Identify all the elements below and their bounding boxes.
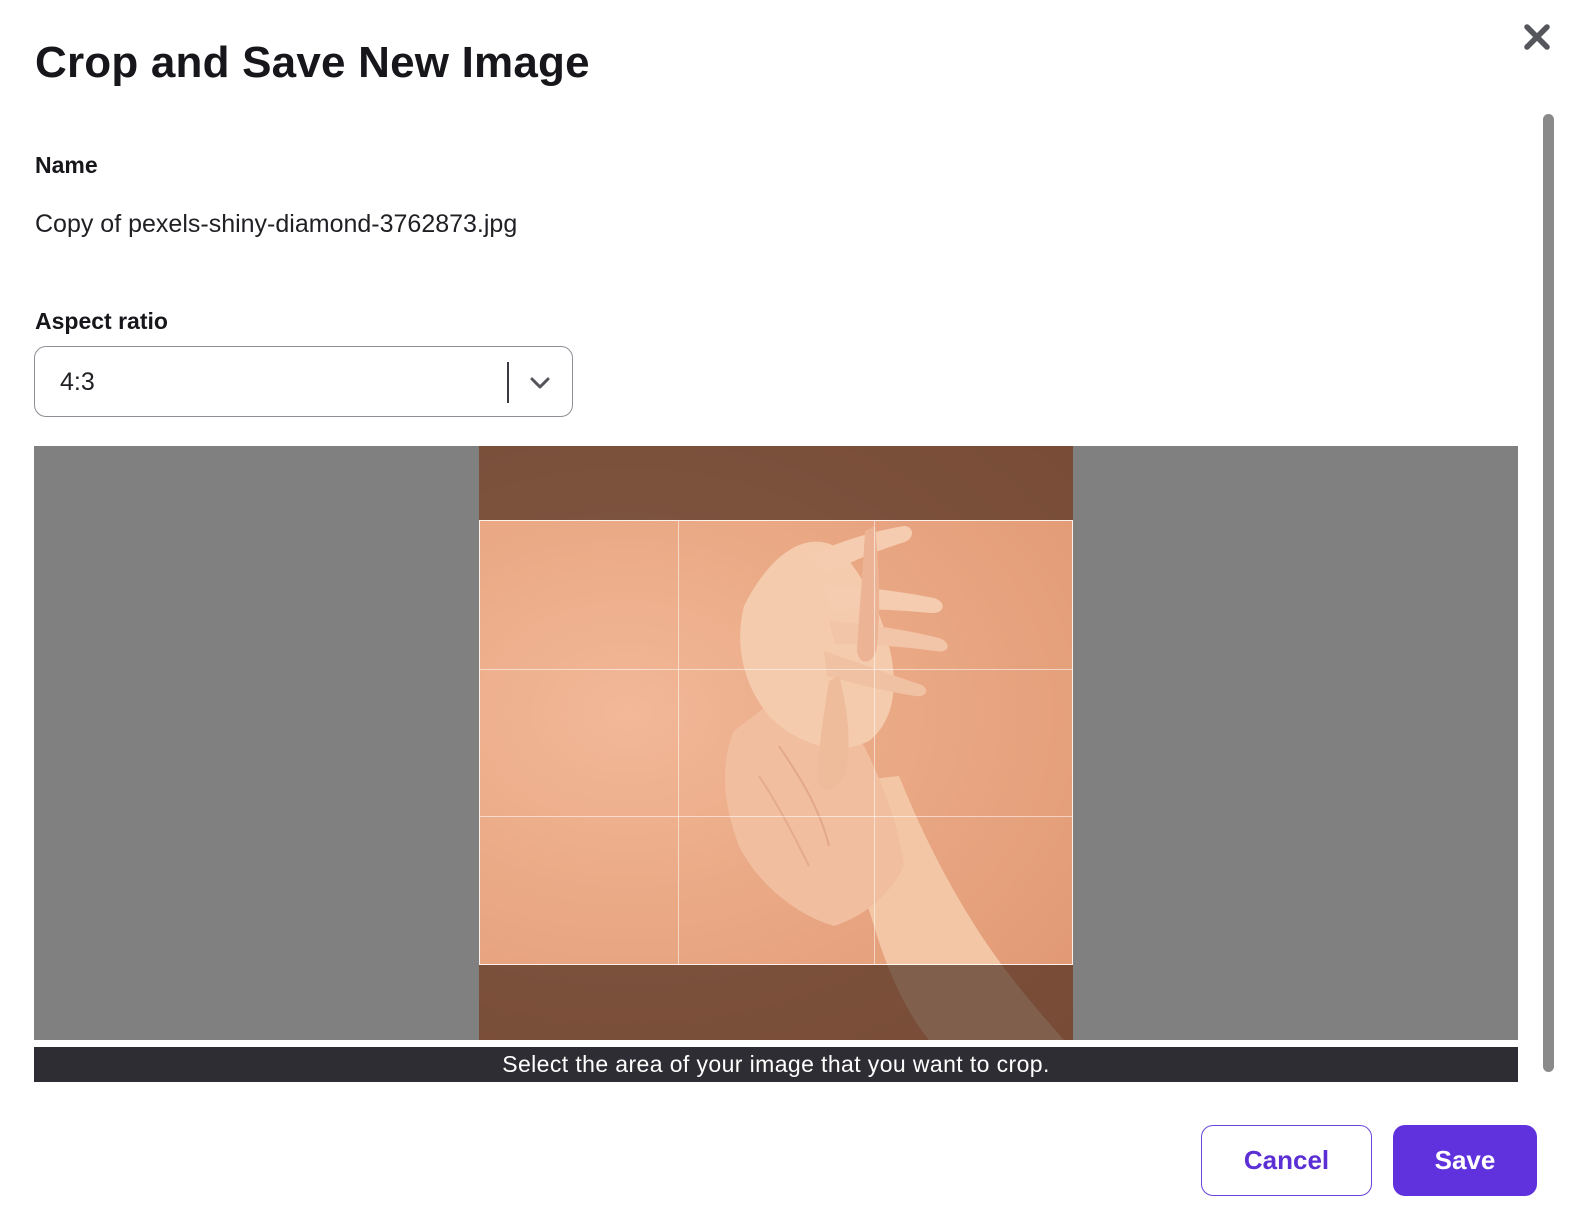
crop-mask-bottom <box>479 965 1073 1040</box>
close-button[interactable] <box>1516 16 1558 58</box>
save-button[interactable]: Save <box>1393 1125 1537 1196</box>
crop-canvas[interactable] <box>34 446 1518 1040</box>
grid-line-vertical <box>874 521 875 964</box>
select-divider <box>507 362 509 403</box>
crop-selection[interactable] <box>479 520 1073 965</box>
name-label: Name <box>35 152 98 178</box>
grid-line-vertical <box>678 521 679 964</box>
source-image <box>479 446 1073 1040</box>
aspect-ratio-value: 4:3 <box>60 368 95 396</box>
crop-dialog: Crop and Save New Image Name Copy of pex… <box>0 0 1570 1232</box>
grid-line-horizontal <box>480 669 1072 670</box>
aspect-ratio-select[interactable]: 4:3 <box>34 346 573 417</box>
name-value: Copy of pexels-shiny-diamond-3762873.jpg <box>35 210 518 238</box>
close-icon <box>1524 24 1550 50</box>
grid-line-horizontal <box>480 816 1072 817</box>
dialog-title: Crop and Save New Image <box>35 38 590 87</box>
crop-mask-top <box>479 446 1073 520</box>
crop-hint: Select the area of your image that you w… <box>34 1047 1518 1082</box>
scrollbar-thumb[interactable] <box>1543 114 1554 1072</box>
chevron-down-icon[interactable] <box>528 371 552 395</box>
cancel-button[interactable]: Cancel <box>1201 1125 1372 1196</box>
aspect-ratio-label: Aspect ratio <box>35 308 168 334</box>
